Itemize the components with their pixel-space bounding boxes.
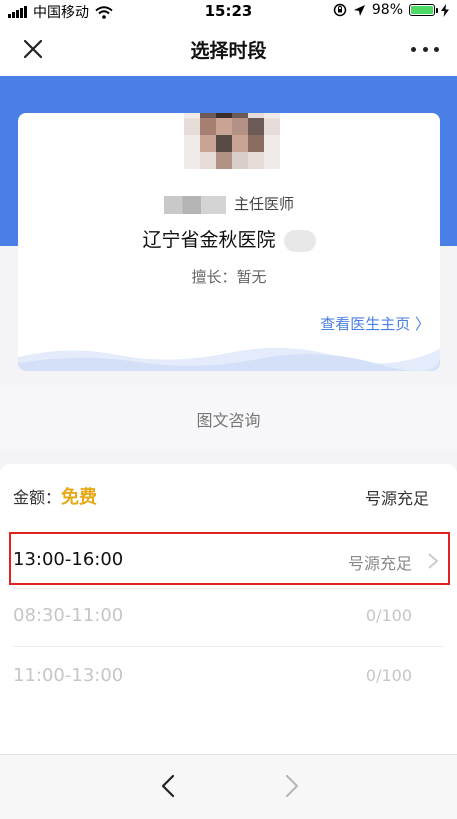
avatar-pixel — [248, 118, 264, 135]
avatar-pixel — [264, 118, 280, 135]
service-type-section: 图文咨询 — [0, 385, 457, 449]
charging-icon — [441, 3, 449, 17]
avatar-pixel — [248, 135, 264, 152]
avatar-pixel — [232, 135, 248, 152]
time-slot-row: 08:30-11:00 0/100 — [0, 588, 457, 646]
avatar-pixel — [264, 152, 280, 169]
avatar-pixel — [200, 135, 216, 152]
hospital-name: 辽宁省金秋医院 — [142, 229, 276, 251]
hospital-row: 辽宁省金秋医院 — [18, 225, 440, 252]
slot-capacity: 0/100 — [365, 606, 412, 625]
avatar-pixel — [184, 118, 200, 135]
status-bar: 中国移动 15:23 98% — [0, 0, 457, 22]
doctor-title: 主任医师 — [233, 195, 294, 213]
avatar-pixel — [216, 152, 232, 169]
nav-bar: 选择时段 — [0, 22, 457, 76]
doctor-card: 主任医师 辽宁省金秋医院 擅长：暂无 查看医生主页 〉 — [18, 113, 440, 371]
battery-fill — [411, 6, 433, 14]
status-right: 98% — [333, 2, 449, 18]
forward-arrow-icon[interactable] — [282, 773, 302, 799]
slot-panel: 金额：免费 号源充足 13:00-16:00 号源充足 08:30-11:00 … — [0, 464, 457, 754]
avatar[interactable] — [184, 113, 280, 169]
slot-time: 13:00-16:00 — [13, 549, 124, 570]
avatar-pixel — [232, 118, 248, 135]
avatar-pixel — [248, 152, 264, 169]
more-icon[interactable] — [411, 40, 439, 58]
avatar-pixel — [264, 135, 280, 152]
avatar-pixel — [184, 135, 200, 152]
rotation-lock-icon — [333, 3, 347, 17]
service-type-label: 图文咨询 — [196, 411, 261, 430]
avatar-pixel — [216, 118, 232, 135]
doctor-name-redacted — [163, 195, 226, 214]
slot-status: 号源充足 — [347, 554, 412, 573]
chevron-right-icon — [428, 553, 439, 569]
card-wave-decoration — [18, 347, 440, 371]
hospital-badge-redacted — [283, 229, 316, 252]
avatar-pixel — [216, 135, 232, 152]
fee-label: 金额：免费 — [13, 483, 97, 509]
back-arrow-icon[interactable] — [158, 773, 178, 799]
avatar-pixel — [200, 152, 216, 169]
fee-value: 免费 — [61, 487, 98, 508]
bottom-toolbar — [0, 754, 457, 819]
avatar-pixel — [232, 152, 248, 169]
time-slot-row[interactable]: 13:00-16:00 号源充足 — [0, 532, 457, 590]
avatar-pixel — [200, 118, 216, 135]
avatar-pixel — [184, 152, 200, 169]
doctor-home-link[interactable]: 查看医生主页 〉 — [320, 313, 430, 334]
doctor-name-row: 主任医师 — [18, 193, 440, 214]
slot-time: 08:30-11:00 — [13, 605, 124, 626]
fee-availability-status: 号源充足 — [364, 489, 429, 508]
time-slot-row: 11:00-13:00 0/100 — [0, 648, 457, 706]
fee-row: 金额：免费 号源充足 — [0, 464, 457, 526]
slot-divider — [13, 646, 444, 647]
battery-icon — [409, 4, 438, 16]
fee-label-text: 金额： — [13, 488, 62, 507]
battery-percent: 98% — [371, 2, 403, 18]
location-icon — [353, 4, 365, 16]
doctor-specialty: 擅长：暂无 — [191, 268, 267, 286]
slot-capacity: 0/100 — [365, 666, 412, 685]
page-title: 选择时段 — [190, 40, 267, 62]
slot-time: 11:00-13:00 — [13, 665, 124, 686]
